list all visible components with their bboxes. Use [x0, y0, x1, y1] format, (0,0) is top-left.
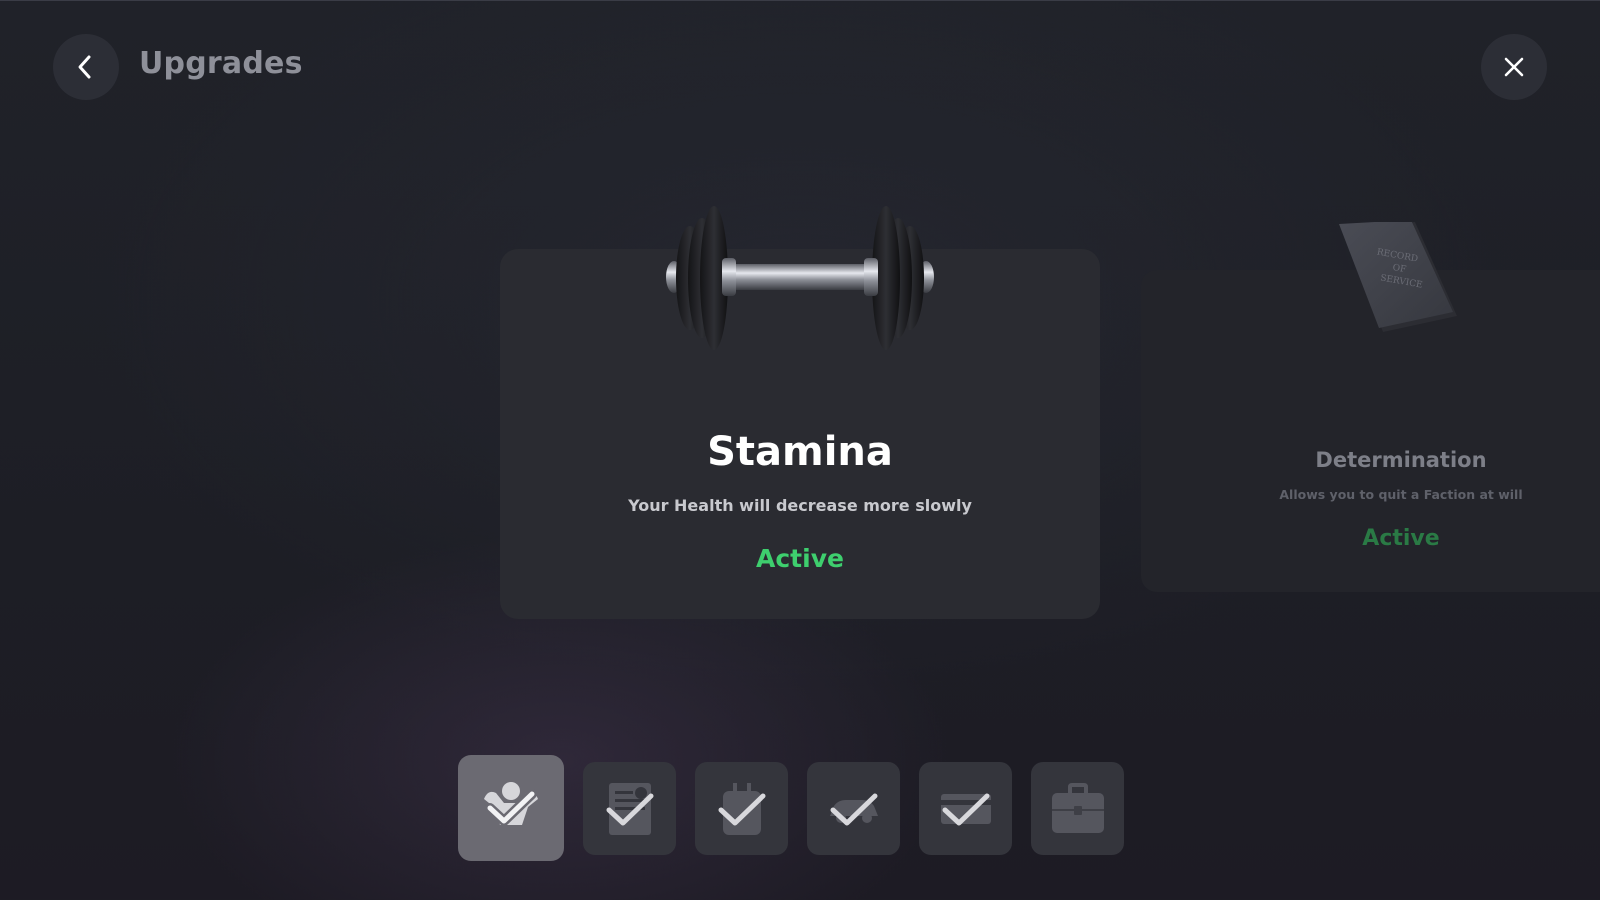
- checkmark-icon: [718, 793, 766, 826]
- upgrade-slot-stamina[interactable]: [458, 755, 564, 861]
- card-description: Your Health will decrease more slowly: [628, 496, 972, 515]
- upgrade-slot-determination[interactable]: [583, 762, 676, 855]
- status-label: Active: [756, 544, 844, 573]
- chevron-left-icon: [78, 55, 91, 79]
- upgrade-slot-briefcase[interactable]: [1031, 762, 1124, 855]
- close-icon: [1504, 57, 1524, 77]
- close-button[interactable]: [1481, 34, 1547, 100]
- checkmark-icon: [830, 793, 878, 826]
- page-title: Upgrades: [139, 46, 303, 81]
- upgrade-slot-car[interactable]: [807, 762, 900, 855]
- status-label: Active: [1362, 526, 1440, 551]
- record-of-service-book-image: RECORD OF SERVICE: [1339, 222, 1457, 332]
- back-button[interactable]: [53, 34, 119, 100]
- briefcase-icon: [1052, 783, 1104, 833]
- top-edge: [0, 0, 1600, 1]
- card-title: Stamina: [707, 429, 893, 475]
- checkmark-icon: [942, 793, 990, 826]
- dumbbell-image: [666, 206, 934, 350]
- upgrade-slot-backpack[interactable]: [695, 762, 788, 855]
- card-title: Determination: [1315, 448, 1487, 472]
- checkmark-icon: [485, 789, 537, 826]
- card-description: Allows you to quit a Faction at will: [1279, 487, 1523, 502]
- checkmark-icon: [606, 793, 654, 826]
- upgrade-slot-card[interactable]: [919, 762, 1012, 855]
